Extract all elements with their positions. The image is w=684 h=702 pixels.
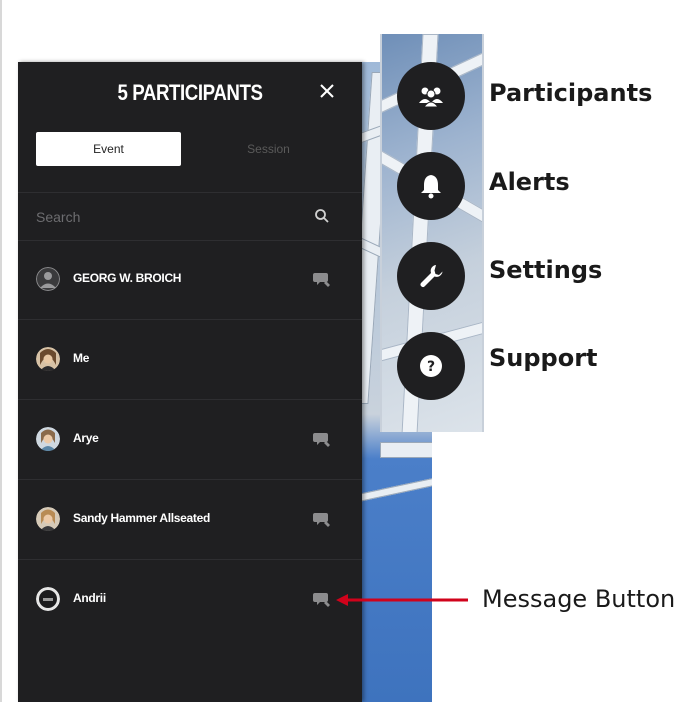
search-input[interactable] <box>34 204 298 230</box>
alerts-label: Alerts <box>489 168 570 196</box>
avatar-photo <box>36 427 60 451</box>
settings-button[interactable] <box>397 242 465 310</box>
participants-label: Participants <box>489 79 653 107</box>
question-icon: ? <box>420 355 442 377</box>
list-item[interactable]: GEORG W. BROICH <box>18 240 362 320</box>
list-item[interactable]: Arye <box>18 400 362 480</box>
search-icon[interactable] <box>314 208 330 224</box>
message-button-callout-label: Message Button <box>482 585 676 613</box>
participant-name: GEORG W. BROICH <box>73 271 182 285</box>
participant-name: Andrii <box>73 591 106 605</box>
participant-name: Me <box>73 351 90 365</box>
divider <box>18 192 362 193</box>
side-toolbar: ? <box>380 34 484 432</box>
avatar-photo <box>36 507 60 531</box>
bell-icon <box>421 175 441 199</box>
close-button[interactable] <box>316 80 338 102</box>
alerts-button[interactable] <box>397 152 465 220</box>
settings-label: Settings <box>489 256 603 284</box>
support-label: Support <box>489 344 598 372</box>
panel-header: 5 PARTICIPANTS <box>18 62 362 126</box>
search-row <box>18 194 362 242</box>
left-edge-line <box>0 0 2 702</box>
message-button[interactable] <box>312 429 332 449</box>
message-button[interactable] <box>312 589 332 609</box>
wrench-icon <box>420 265 443 287</box>
participants-button[interactable] <box>397 62 465 130</box>
screenshot-stage: 5 PARTICIPANTS Event Session Search GEOR… <box>0 0 684 702</box>
avatar-photo <box>36 347 60 371</box>
close-icon <box>320 84 334 98</box>
tab-event[interactable]: Event <box>36 132 181 166</box>
participant-name: Sandy Hammer Allseated <box>73 511 211 525</box>
avatar-placeholder <box>36 267 60 291</box>
panel-title: 5 PARTICIPANTS <box>117 80 263 105</box>
support-button[interactable]: ? <box>397 332 465 400</box>
chat-bubble-icon <box>313 273 330 287</box>
callout-arrow <box>336 594 468 606</box>
list-item[interactable]: Sandy Hammer Allseated <box>18 480 362 560</box>
participants-panel: 5 PARTICIPANTS Event Session Search GEOR… <box>18 62 362 702</box>
list-item[interactable]: Andrii <box>18 560 362 640</box>
participant-name: Arye <box>73 431 99 445</box>
list-item[interactable]: Me <box>18 320 362 400</box>
chat-bubble-icon <box>313 513 330 527</box>
message-button[interactable] <box>312 509 332 529</box>
svg-text:?: ? <box>427 359 435 375</box>
tab-bar: Event Session <box>36 132 346 166</box>
tab-session[interactable]: Session <box>196 132 341 166</box>
chat-bubble-icon <box>313 433 330 447</box>
participants-icon <box>419 87 443 108</box>
chat-bubble-icon <box>313 593 330 607</box>
message-button[interactable] <box>312 269 332 289</box>
avatar-photo <box>36 587 60 611</box>
